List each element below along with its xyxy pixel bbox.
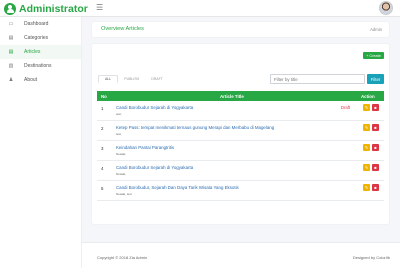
sidebar-item-destinations[interactable]: ▥ Destinations — [0, 59, 81, 73]
dashboard-icon: ▭ — [8, 21, 14, 27]
top-navbar: Administrator ☰ — [0, 0, 400, 17]
article-title-link[interactable]: Ketep Pass: tempat menikmati ternaus gun… — [116, 125, 274, 130]
sidebar-item-about[interactable]: ♟ About — [0, 73, 81, 87]
column-header-action: Action — [361, 93, 375, 99]
page-header: Overview Articles Admin — [92, 22, 389, 37]
sidebar-item-label: Dashboard — [24, 21, 49, 27]
breadcrumb[interactable]: Admin — [370, 27, 382, 32]
article-author: Nowak, — [116, 152, 127, 156]
trash-icon: ■ — [374, 164, 377, 170]
sidebar-item-categories[interactable]: ▤ Categories — [0, 31, 81, 45]
sidebar-item-articles[interactable]: ▤ Articles — [0, 45, 81, 59]
table-row: 1 Candi Borobudur Sejarah di Yogyakarta … — [97, 101, 384, 121]
column-header-title: Article Title — [220, 93, 244, 99]
sidebar-item-label: About — [24, 77, 38, 83]
row-number: 4 — [101, 166, 104, 171]
edit-button[interactable]: ✎ — [363, 164, 370, 171]
article-author: Nowak, test — [116, 192, 132, 196]
table-header: No Article Title Action — [97, 91, 384, 101]
article-title-link[interactable]: Keindahan Pantai Parangtritis — [116, 145, 174, 150]
delete-button[interactable]: ■ — [372, 164, 379, 171]
articles-icon: ▤ — [8, 49, 14, 55]
brand-title: Administrator — [19, 2, 88, 15]
tab-all[interactable]: ALL — [98, 75, 119, 83]
article-title-link[interactable]: Candi Borobudur, Sejarah Dan Daya Tarik … — [116, 185, 239, 190]
tab-draft[interactable]: DRAFT — [145, 75, 169, 83]
articles-table: No Article Title Action 1 Candi Borobudu… — [97, 91, 384, 201]
categories-icon: ▤ — [8, 35, 14, 41]
trash-icon: ■ — [374, 184, 377, 190]
delete-button[interactable]: ■ — [372, 124, 379, 131]
edit-button[interactable]: ✎ — [363, 124, 370, 131]
pencil-icon: ✎ — [364, 184, 369, 190]
article-author: Nowak, — [116, 172, 127, 176]
table-row: 3 Keindahan Pantai Parangtritis Nowak, ✎… — [97, 141, 384, 161]
trash-icon: ■ — [374, 144, 377, 150]
pencil-icon: ✎ — [364, 104, 369, 110]
status-tabs: ALL PUBLISH DRAFT — [98, 75, 169, 83]
article-author: test, — [116, 112, 122, 116]
footer-copyright: Copyright © 2018 Zia Admin — [97, 255, 148, 260]
edit-button[interactable]: ✎ — [363, 184, 370, 191]
table-row: 2 Ketep Pass: tempat menikmati ternaus g… — [97, 121, 384, 141]
search-input[interactable] — [270, 74, 365, 84]
pencil-icon: ✎ — [364, 124, 369, 130]
avatar[interactable] — [379, 1, 393, 15]
row-number: 2 — [101, 126, 104, 131]
trash-icon: ■ — [374, 104, 377, 110]
brand[interactable]: Administrator — [4, 1, 88, 16]
pencil-icon: ✎ — [364, 144, 369, 150]
status-badge: Draft — [341, 105, 351, 110]
sidebar: ▭ Dashboard ▤ Categories ▤ Articles ▥ De… — [0, 17, 82, 268]
user-icon — [4, 2, 16, 15]
filter-button[interactable]: Filter — [367, 74, 384, 84]
table-row: 4 Candi Borobudur Sejarah di Yogyakarta … — [97, 161, 384, 181]
delete-button[interactable]: ■ — [372, 184, 379, 191]
row-number: 1 — [101, 106, 104, 111]
article-author: test, — [116, 132, 122, 136]
articles-card: + Create ALL PUBLISH DRAFT Filter No Art… — [92, 44, 389, 224]
footer: Copyright © 2018 Zia Admin Designed by C… — [82, 242, 400, 268]
footer-credit[interactable]: Designed by ColorlIb — [353, 255, 390, 260]
edit-button[interactable]: ✎ — [363, 104, 370, 111]
row-number: 3 — [101, 146, 104, 151]
create-button[interactable]: + Create — [363, 52, 384, 59]
pencil-icon: ✎ — [364, 164, 369, 170]
sidebar-item-label: Categories — [24, 35, 49, 41]
edit-button[interactable]: ✎ — [363, 144, 370, 151]
page-title: Overview Articles — [101, 26, 144, 32]
sidebar-item-label: Destinations — [24, 63, 52, 69]
trash-icon: ■ — [374, 124, 377, 130]
about-icon: ♟ — [8, 77, 14, 83]
destinations-icon: ▥ — [8, 63, 14, 69]
delete-button[interactable]: ■ — [372, 104, 379, 111]
table-row: 5 Candi Borobudur, Sejarah Dan Daya Tari… — [97, 181, 384, 201]
sidebar-item-label: Articles — [24, 49, 41, 55]
sidebar-item-dashboard[interactable]: ▭ Dashboard — [0, 17, 81, 31]
article-title-link[interactable]: Candi Borobudur Sejarah di Yogyakarta — [116, 105, 193, 110]
tab-publish[interactable]: PUBLISH — [118, 75, 145, 83]
menu-toggle-icon[interactable]: ☰ — [96, 4, 103, 12]
column-header-no: No — [101, 93, 107, 99]
article-title-link[interactable]: Candi Borobudur Sejarah di Yogyakarta — [116, 165, 193, 170]
delete-button[interactable]: ■ — [372, 144, 379, 151]
row-number: 5 — [101, 186, 104, 191]
